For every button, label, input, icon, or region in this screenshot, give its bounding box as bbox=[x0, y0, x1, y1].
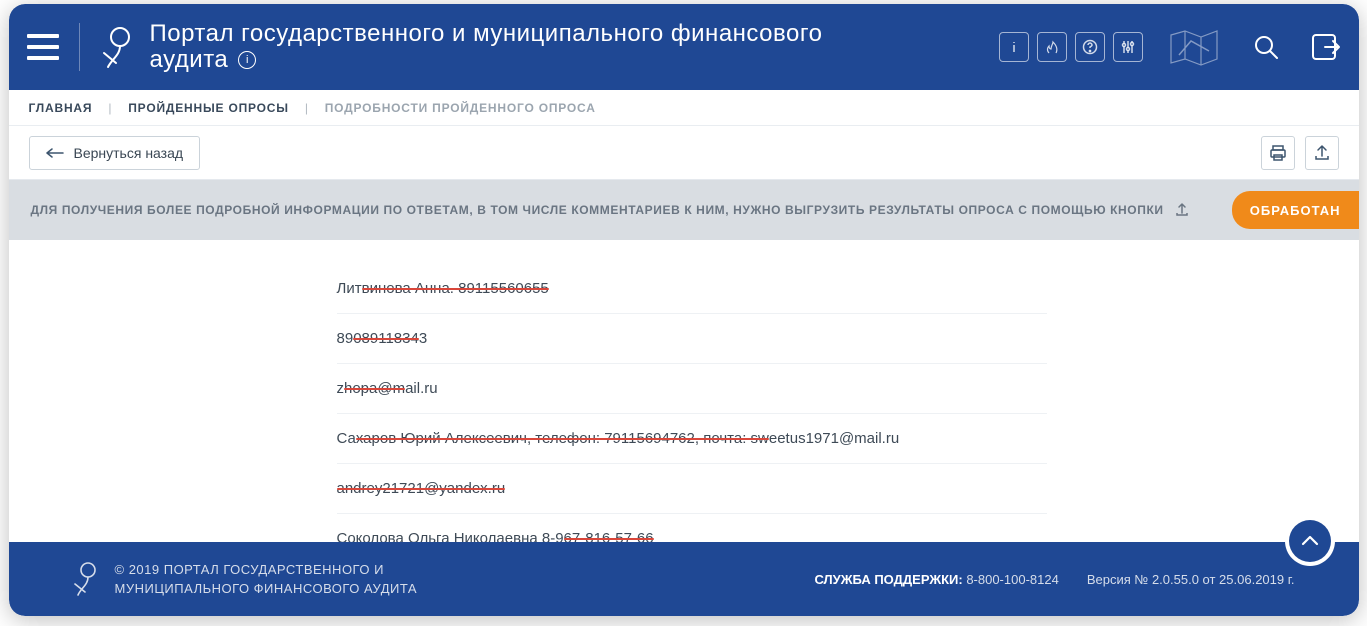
app-title: Портал государственного и муниципального… bbox=[150, 21, 823, 74]
footer-copy-line2: МУНИЦИПАЛЬНОГО ФИНАНСОВОГО АУДИТА bbox=[115, 579, 418, 599]
footer-copyright: © 2019 ПОРТАЛ ГОСУДАРСТВЕННОГО И МУНИЦИП… bbox=[115, 560, 418, 599]
print-button[interactable] bbox=[1261, 136, 1295, 170]
export-icon bbox=[1313, 144, 1331, 162]
breadcrumb-sep: | bbox=[108, 101, 112, 115]
answer-item: andrey21721@yandex.ru bbox=[337, 464, 1047, 514]
content-area: Литвинова Анна. 89115560655 89089118343 … bbox=[9, 240, 1359, 542]
menu-toggle[interactable] bbox=[27, 34, 59, 60]
redacted: 08911834 bbox=[353, 330, 419, 347]
answer-item: Литвинова Анна. 89115560655 bbox=[337, 264, 1047, 314]
support-phone: 8-800-100-8124 bbox=[966, 572, 1059, 587]
footer-logo bbox=[73, 560, 97, 598]
answer-item: 89089118343 bbox=[337, 314, 1047, 364]
arrow-left-icon bbox=[46, 148, 64, 158]
footer-copy-line1: © 2019 ПОРТАЛ ГОСУДАРСТВЕННОГО И bbox=[115, 560, 418, 580]
content-scroll[interactable]: Литвинова Анна. 89115560655 89089118343 … bbox=[9, 240, 1359, 542]
redacted: hopa@m bbox=[344, 380, 405, 397]
footer-version: Версия № 2.0.55.0 от 25.06.2019 г. bbox=[1087, 572, 1295, 587]
back-button[interactable]: Вернуться назад bbox=[29, 136, 201, 170]
notice-text: ДЛЯ ПОЛУЧЕНИЯ БОЛЕЕ ПОДРОБНОЙ ИНФОРМАЦИИ… bbox=[31, 202, 1190, 218]
breadcrumb-home[interactable]: ГЛАВНАЯ bbox=[29, 101, 93, 115]
answer-item: Соколова Ольга Николаевна 8-967-816-57-6… bbox=[337, 514, 1047, 542]
footer-support: СЛУЖБА ПОДДЕРЖКИ: 8-800-100-8124 bbox=[814, 572, 1058, 587]
redacted: винова Анна. 89115560655 bbox=[362, 280, 549, 297]
printer-icon bbox=[1269, 144, 1287, 162]
notice-bar: ДЛЯ ПОЛУЧЕНИЯ БОЛЕЕ ПОДРОБНОЙ ИНФОРМАЦИИ… bbox=[9, 180, 1359, 240]
app-footer: © 2019 ПОРТАЛ ГОСУДАРСТВЕННОГО И МУНИЦИП… bbox=[9, 542, 1359, 616]
logo[interactable] bbox=[100, 23, 132, 71]
breadcrumb-surveys[interactable]: ПРОЙДЕННЫЕ ОПРОСЫ bbox=[128, 101, 289, 115]
status-badge: ОБРАБОТАН bbox=[1232, 191, 1359, 229]
divider bbox=[79, 23, 80, 71]
notice-text-label: ДЛЯ ПОЛУЧЕНИЯ БОЛЕЕ ПОДРОБНОЙ ИНФОРМАЦИИ… bbox=[31, 203, 1164, 217]
support-label: СЛУЖБА ПОДДЕРЖКИ: bbox=[814, 572, 962, 587]
breadcrumb: ГЛАВНАЯ | ПРОЙДЕННЫЕ ОПРОСЫ | ПОДРОБНОСТ… bbox=[9, 90, 1359, 126]
scroll-to-top[interactable] bbox=[1289, 520, 1331, 562]
export-hint-icon bbox=[1174, 202, 1190, 218]
answer-item: zhopa@mail.ru bbox=[337, 364, 1047, 414]
sliders-icon[interactable] bbox=[1113, 32, 1143, 62]
help-icon[interactable] bbox=[1075, 32, 1105, 62]
app-shell: Портал государственного и муниципального… bbox=[9, 4, 1359, 616]
breadcrumb-sep: | bbox=[305, 101, 309, 115]
breadcrumb-current: ПОДРОБНОСТИ ПРОЙДЕННОГО ОПРОСА bbox=[325, 101, 596, 115]
search-icon[interactable] bbox=[1253, 34, 1279, 60]
redacted: харов Юрий Алексеевич, телефон: 79115694… bbox=[356, 430, 769, 447]
map-icon[interactable] bbox=[1169, 27, 1219, 67]
header-action-icons bbox=[999, 27, 1341, 67]
back-button-label: Вернуться назад bbox=[74, 145, 184, 161]
answer-list: Литвинова Анна. 89115560655 89089118343 … bbox=[337, 264, 1047, 542]
answer-item: Сахаров Юрий Алексеевич, телефон: 791156… bbox=[337, 414, 1047, 464]
title-line-1: Портал государственного и муниципального… bbox=[150, 21, 823, 47]
footer-right: СЛУЖБА ПОДДЕРЖКИ: 8-800-100-8124 Версия … bbox=[814, 572, 1294, 587]
title-line-2: аудита bbox=[150, 47, 229, 73]
redacted: 67-816-57-66 bbox=[564, 530, 654, 542]
chevron-up-icon bbox=[1301, 535, 1319, 547]
info-square-icon[interactable] bbox=[999, 32, 1029, 62]
redacted: andrey21721@yandex.ru bbox=[337, 480, 506, 497]
export-button[interactable] bbox=[1305, 136, 1339, 170]
action-bar: Вернуться назад bbox=[9, 126, 1359, 180]
info-icon[interactable]: i bbox=[238, 51, 256, 69]
flame-icon[interactable] bbox=[1037, 32, 1067, 62]
status-badge-label: ОБРАБОТАН bbox=[1250, 203, 1341, 218]
exit-icon[interactable] bbox=[1311, 33, 1341, 61]
app-header: Портал государственного и муниципального… bbox=[9, 4, 1359, 90]
